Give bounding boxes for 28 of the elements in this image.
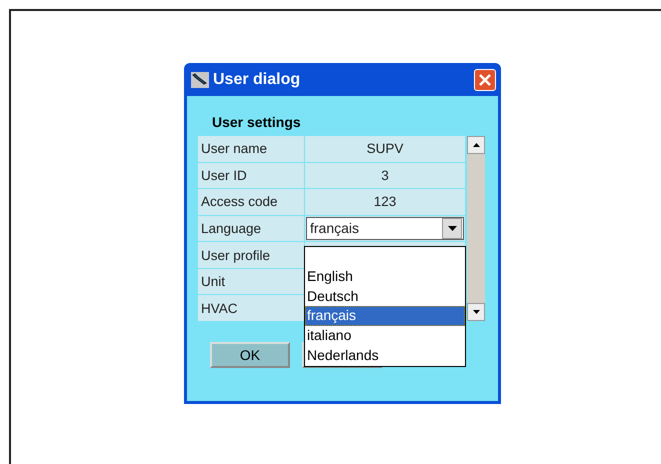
dropdown-option[interactable]: Deutsch	[305, 286, 465, 306]
dropdown-option[interactable]: Nederlands	[305, 346, 465, 366]
close-icon	[479, 74, 491, 86]
scroll-down-button[interactable]	[467, 303, 485, 321]
wrench-icon	[191, 72, 209, 88]
ok-button[interactable]: OK	[210, 342, 290, 368]
section-title: User settings	[212, 114, 301, 130]
language-dropdown[interactable]: français	[306, 216, 464, 240]
field-label: HVAC	[198, 295, 304, 321]
down-arrow-icon	[472, 310, 480, 314]
table-cell: 3	[305, 162, 465, 188]
dropdown-option[interactable]: français	[305, 306, 465, 326]
window-title: User dialog	[213, 70, 302, 88]
close-button[interactable]	[474, 68, 496, 90]
scroll-up-button[interactable]	[467, 136, 485, 154]
field-label: User ID	[198, 162, 304, 188]
field-label: User name	[198, 136, 304, 162]
table-cell: SUPV	[305, 136, 465, 162]
caret-icon	[442, 218, 462, 239]
up-arrow-icon	[472, 143, 480, 147]
field-label: Language	[198, 216, 304, 242]
dropdown-option[interactable]: English	[305, 266, 465, 287]
scrollbar[interactable]	[467, 136, 485, 321]
field-label: Access code	[198, 189, 304, 215]
field-label: User profile	[198, 242, 304, 268]
table-cell: 123	[305, 189, 465, 215]
dropdown-option[interactable]: italiano	[305, 326, 465, 346]
field-label: Unit	[198, 268, 304, 294]
